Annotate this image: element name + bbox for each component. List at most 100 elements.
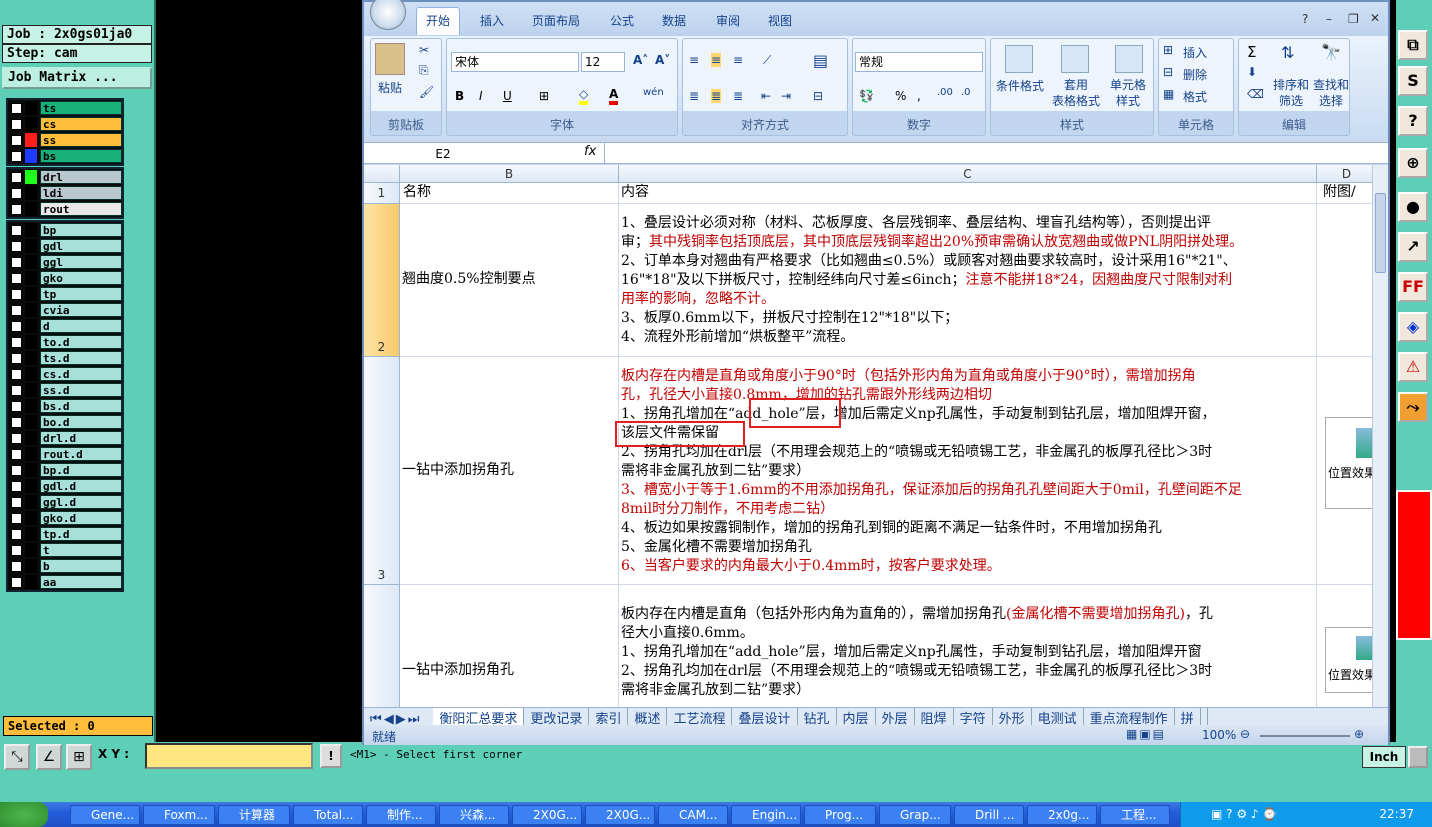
layer-name[interactable]: bs.d (40, 399, 122, 413)
layer-row-ts.d[interactable]: ts.d (8, 350, 122, 366)
italic-icon[interactable]: I (479, 89, 483, 103)
layer-name[interactable]: cs.d (40, 367, 122, 381)
sheet-tab[interactable]: 叠层设计 (732, 708, 798, 725)
tab-data[interactable]: 数据 (662, 12, 686, 29)
name-box[interactable]: E2 (368, 145, 518, 163)
layer-row-to.d[interactable]: to.d (8, 334, 122, 350)
select-all[interactable] (364, 165, 400, 183)
cell-b4[interactable]: 一钻中添加拐角孔 (400, 585, 619, 707)
tab-insert[interactable]: 插入 (480, 12, 504, 29)
find-select-icon[interactable]: 🔭 (1321, 43, 1341, 62)
clear-icon[interactable]: ⌫ (1247, 87, 1264, 101)
delete-icon[interactable]: ⊟ (1163, 65, 1173, 79)
layer-checkbox[interactable] (11, 272, 22, 284)
taskbar-item[interactable]: 2x0g... (1027, 805, 1097, 825)
orientation-icon[interactable]: ⟋ (763, 53, 771, 68)
layer-checkbox[interactable] (11, 352, 22, 364)
layer-checkbox[interactable] (11, 512, 22, 524)
layer-row-b[interactable]: b (8, 558, 122, 574)
sheet-tab[interactable]: 更改记录 (524, 708, 590, 725)
layer-checkbox[interactable] (11, 203, 22, 215)
taskbar-item[interactable]: Total... (293, 805, 363, 825)
layer-name[interactable]: rout.d (40, 447, 122, 461)
align-center-icon[interactable]: ≣ (711, 89, 722, 103)
fill-color-icon[interactable]: ◇ (579, 87, 589, 105)
layer-row-ggl.d[interactable]: ggl.d (8, 494, 122, 510)
delta-icon[interactable]: ⚠ (1398, 352, 1428, 382)
layer-row-gko[interactable]: gko (8, 270, 122, 286)
fill-icon[interactable]: ⬇ (1247, 65, 1257, 79)
copy-icon[interactable]: ⎘ (419, 63, 429, 78)
sort-filter-button[interactable]: 排序和 筛选 (1271, 77, 1311, 109)
layer-row-ss.d[interactable]: ss.d (8, 382, 122, 398)
increase-indent-icon[interactable]: ⇥ (781, 89, 791, 103)
layer-checkbox[interactable] (11, 304, 22, 316)
layer-name[interactable]: bp.d (40, 463, 122, 477)
layer-row-bp[interactable]: bp (8, 222, 122, 238)
layer-name[interactable]: ts.d (40, 351, 122, 365)
cell-d3[interactable]: 位置效果 (1317, 357, 1374, 585)
underline-icon[interactable]: U (503, 89, 512, 103)
taskbar-item[interactable]: 计算器 (218, 805, 290, 825)
layer-checkbox[interactable] (11, 496, 22, 508)
percent-icon[interactable]: % (895, 89, 906, 103)
taskbar-item[interactable]: Engin... (731, 805, 801, 825)
taskbar-item[interactable]: Prog... (804, 805, 876, 825)
taskbar-item[interactable]: Gene... (70, 805, 140, 825)
layer-checkbox[interactable] (11, 102, 22, 114)
layer-name[interactable]: gdl.d (40, 479, 122, 493)
layer-name[interactable]: ts (40, 101, 122, 115)
layer-row-gdl[interactable]: gdl (8, 238, 122, 254)
measure-icon[interactable]: ⊕ (1398, 148, 1428, 178)
vertical-scrollbar[interactable] (1372, 165, 1388, 707)
layer-row-rout.d[interactable]: rout.d (8, 446, 122, 462)
layer-row-ss[interactable]: ss (8, 132, 122, 148)
taskbar-item[interactable]: 制作... (366, 805, 436, 825)
layer-name[interactable]: ggl.d (40, 495, 122, 509)
merge-center-icon[interactable]: ⊟ (813, 89, 823, 103)
layer-checkbox[interactable] (11, 464, 22, 476)
layer-name[interactable]: gdl (40, 239, 122, 253)
format-button[interactable]: 格式 (1183, 88, 1207, 105)
paste-button[interactable]: 粘贴 (375, 79, 405, 96)
taskbar-item[interactable]: 兴森... (439, 805, 509, 825)
cell-styles-icon[interactable] (1115, 45, 1143, 73)
ff-icon[interactable]: FF (1398, 272, 1428, 302)
sheet-tab[interactable]: 钻孔 (798, 708, 837, 725)
layer-row-cvia[interactable]: cvia (8, 302, 122, 318)
tab-review[interactable]: 审阅 (716, 12, 740, 29)
delete-button[interactable]: 删除 (1183, 66, 1207, 83)
layer-checkbox[interactable] (11, 187, 22, 199)
formula-input[interactable] (604, 143, 1374, 163)
cell-c2[interactable]: 1、叠层设计必须对称（材料、芯板厚度、各层残铜率、叠层结构、埋盲孔结构等），否则… (619, 204, 1317, 357)
layer-row-ldi[interactable]: ldi (8, 185, 122, 201)
font-size-select[interactable]: 12 (581, 52, 625, 72)
layer-checkbox[interactable] (11, 384, 22, 396)
zoom-level[interactable]: 100% (1202, 728, 1236, 742)
insert-icon[interactable]: ⊞ (1163, 43, 1173, 57)
align-bottom-icon[interactable]: ≡ (733, 53, 743, 67)
cell-c4[interactable]: 板内存在内槽是直角（包括外形内角为直角的），需增加拐角孔(金属化槽不需要增加拐角… (619, 585, 1317, 707)
layer-checkbox[interactable] (11, 336, 22, 348)
layer-name[interactable]: aa (40, 575, 122, 589)
alert-icon[interactable]: ! (320, 744, 342, 768)
units-button[interactable] (1408, 746, 1428, 768)
attached-image-3[interactable]: 位置效果 (1325, 417, 1374, 509)
layer-name[interactable]: bs (40, 149, 122, 163)
layer-name[interactable]: d (40, 319, 122, 333)
layer-checkbox[interactable] (11, 171, 22, 183)
layer-checkbox[interactable] (11, 480, 22, 492)
layer-row-t[interactable]: t (8, 542, 122, 558)
layer-row-bp.d[interactable]: bp.d (8, 462, 122, 478)
sheet-tab[interactable]: 衡阳汇总要求 (433, 708, 525, 725)
sheet-tab[interactable]: 电测试 (1032, 708, 1084, 725)
office-button[interactable] (370, 0, 406, 30)
layer-name[interactable]: rout (40, 202, 122, 216)
sheet-tab[interactable]: 工艺流程 (667, 708, 733, 725)
layer-row-rout[interactable]: rout (8, 201, 122, 217)
zoom-slider[interactable] (1260, 735, 1350, 737)
layer-name[interactable]: tp.d (40, 527, 122, 541)
help-icon[interactable]: ? (1302, 12, 1308, 26)
sheet-tab[interactable]: 字符 (954, 708, 993, 725)
layers-icon[interactable]: ◈ (1398, 312, 1428, 342)
